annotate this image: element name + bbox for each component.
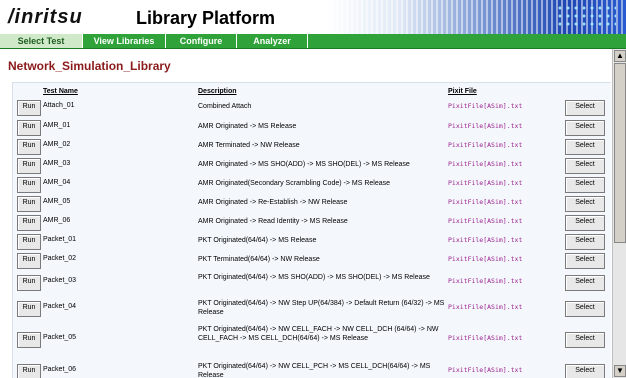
pixit-file-link[interactable]: PixitFile[ASim].txt (448, 334, 522, 342)
test-name: Packet_03 (43, 277, 77, 284)
test-name: Packet_02 (43, 255, 77, 262)
anritsu-logo: /inritsu (8, 6, 83, 28)
test-name: Packet_05 (43, 334, 77, 341)
select-button[interactable]: Select (565, 196, 605, 212)
library-title: Network_Simulation_Library (8, 59, 171, 73)
pixit-file-link[interactable]: PixitFile[ASim].txt (448, 236, 522, 244)
test-name: Packet_04 (43, 303, 77, 310)
test-description: AMR Originated -> Read Identity -> MS Re… (198, 218, 348, 225)
select-button[interactable]: Select (565, 332, 605, 348)
pixit-file-link[interactable]: PixitFile[ASim].txt (448, 217, 522, 225)
test-description: PKT Originated(64/64) -> MS Release (198, 237, 317, 244)
test-description: Combined Attach (198, 103, 252, 110)
table-row: Run Attach_01 Combined Attach PixitFile[ASi… (13, 97, 611, 117)
pixit-file-link[interactable]: PixitFile[ASim].txt (448, 160, 522, 168)
run-button[interactable]: Run (17, 253, 41, 269)
run-button[interactable]: Run (17, 364, 41, 378)
test-description: AMR Originated -> MS Release (198, 123, 297, 130)
app-title: Library Platform (136, 8, 276, 28)
header: /inritsu Library Platform (0, 0, 626, 34)
pixit-file-link[interactable]: PixitFile[ASim].txt (448, 102, 522, 110)
main-content: Network_Simulation_Library Test Name Des… (0, 49, 612, 378)
tab-analyzer[interactable]: Analyzer (237, 34, 308, 48)
table-row: Run AMR_02 AMR Terminated -> NW Release Pix… (13, 136, 611, 155)
run-button[interactable]: Run (17, 139, 41, 155)
test-table: Test Name Description Pixit File Run Atta… (12, 82, 611, 378)
select-button[interactable]: Select (565, 177, 605, 193)
table-row: Run Packet_06 PKT Originated(64/64) -> NW … (13, 357, 611, 378)
table-row: Run AMR_06 AMR Originated -> Read Identity… (13, 212, 611, 231)
table-row: Run Packet_05 PKT Originated(64/64) -> NW … (13, 321, 611, 357)
test-name: AMR_04 (43, 179, 71, 186)
decorative-dots (556, 4, 616, 30)
app-window: /inritsu Library Platform Select Test Vi… (0, 0, 626, 378)
run-button[interactable]: Run (17, 275, 41, 291)
test-name: AMR_03 (43, 160, 71, 167)
run-button[interactable]: Run (17, 120, 41, 136)
test-description: PKT Terminated(64/64) -> NW Release (198, 256, 320, 263)
test-name: AMR_02 (43, 141, 71, 148)
test-description: AMR Originated(Secondary Scrambling Code… (198, 180, 390, 187)
select-button[interactable]: Select (565, 120, 605, 136)
vertical-scrollbar[interactable]: ▲ ▼ (612, 49, 626, 378)
select-button[interactable]: Select (565, 364, 605, 378)
scroll-up-icon[interactable]: ▲ (614, 50, 626, 62)
pixit-file-link[interactable]: PixitFile[ASim].txt (448, 198, 522, 206)
table-row: Run AMR_01 AMR Originated -> MS Release Pix… (13, 117, 611, 136)
scroll-down-icon[interactable]: ▼ (614, 365, 626, 377)
test-name: AMR_01 (43, 122, 71, 129)
select-button[interactable]: Select (565, 100, 605, 116)
table-row: Run AMR_03 AMR Originated -> MS SHO(ADD) -… (13, 155, 611, 174)
pixit-file-link[interactable]: PixitFile[ASim].txt (448, 179, 522, 187)
select-button[interactable]: Select (565, 158, 605, 174)
table-row: Run AMR_05 AMR Originated -> Re-Establish … (13, 193, 611, 212)
select-button[interactable]: Select (565, 275, 605, 291)
test-description: AMR Originated -> MS SHO(ADD) -> MS SHO(… (198, 161, 410, 168)
tab-select-test[interactable]: Select Test (0, 34, 83, 48)
test-description: PKT Originated(64/64) -> NW CELL_PCH -> … (198, 363, 431, 378)
run-button[interactable]: Run (17, 301, 41, 317)
run-button[interactable]: Run (17, 234, 41, 250)
test-name: Packet_01 (43, 236, 77, 243)
tab-view-libraries[interactable]: View Libraries (83, 34, 166, 48)
table-row: Run Packet_03 PKT Originated(64/64) -> MS … (13, 269, 611, 295)
test-description: AMR Originated -> Re-Establish -> NW Rel… (198, 199, 348, 206)
run-button[interactable]: Run (17, 196, 41, 212)
pixit-file-link[interactable]: PixitFile[ASim].txt (448, 141, 522, 149)
tab-configure[interactable]: Configure (166, 34, 237, 48)
run-button[interactable]: Run (17, 158, 41, 174)
test-name: AMR_06 (43, 217, 71, 224)
test-description: PKT Originated(64/64) -> NW CELL_FACH ->… (198, 326, 439, 342)
test-name: Attach_01 (43, 102, 75, 109)
test-name: Packet_06 (43, 366, 77, 373)
select-button[interactable]: Select (565, 139, 605, 155)
pixit-file-link[interactable]: PixitFile[ASim].txt (448, 366, 522, 374)
column-header-test-name: Test Name (43, 88, 78, 95)
pixit-file-link[interactable]: PixitFile[ASim].txt (448, 255, 522, 263)
tab-bar: Select Test View Libraries Configure Ana… (0, 34, 626, 49)
run-button[interactable]: Run (17, 215, 41, 231)
table-row: Run Packet_02 PKT Terminated(64/64) -> NW … (13, 250, 611, 269)
run-button[interactable]: Run (17, 100, 41, 116)
pixit-file-link[interactable]: PixitFile[ASim].txt (448, 277, 522, 285)
header-banner-graphic (326, 0, 626, 34)
table-row: Run Packet_04 PKT Originated(64/64) -> NW … (13, 295, 611, 321)
select-button[interactable]: Select (565, 215, 605, 231)
test-description: AMR Terminated -> NW Release (198, 142, 300, 149)
test-description: PKT Originated(64/64) -> MS SHO(ADD) -> … (198, 274, 430, 281)
column-header-description: Description (198, 88, 237, 95)
select-button[interactable]: Select (565, 234, 605, 250)
scrollbar-thumb[interactable] (614, 63, 626, 243)
table-row: Run AMR_04 AMR Originated(Secondary Scramb… (13, 174, 611, 193)
run-button[interactable]: Run (17, 332, 41, 348)
pixit-file-link[interactable]: PixitFile[ASim].txt (448, 303, 522, 311)
test-description: PKT Originated(64/64) -> NW Step UP(64/3… (198, 300, 445, 316)
select-button[interactable]: Select (565, 301, 605, 317)
column-header-pixit-file: Pixit File (448, 88, 477, 95)
run-button[interactable]: Run (17, 177, 41, 193)
pixit-file-link[interactable]: PixitFile[ASim].txt (448, 122, 522, 130)
select-button[interactable]: Select (565, 253, 605, 269)
test-name: AMR_05 (43, 198, 71, 205)
table-row: Run Packet_01 PKT Originated(64/64) -> MS … (13, 231, 611, 250)
